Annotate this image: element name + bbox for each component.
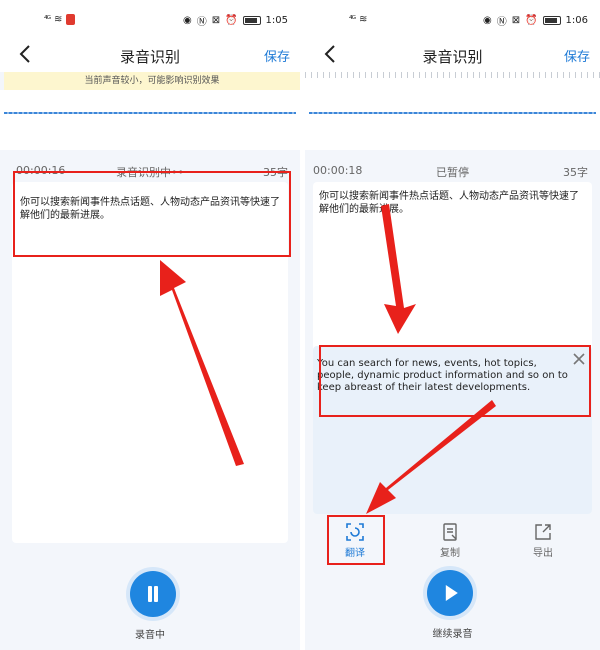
wifi-icon: ≋ <box>359 14 368 25</box>
page-title: 录音识别 <box>119 48 180 66</box>
waveform <box>0 90 300 150</box>
pause-icon <box>145 586 161 602</box>
clock: 1:06 <box>565 15 588 26</box>
nfc-icon: Ⓝ <box>496 17 507 28</box>
save-button[interactable]: 保存 <box>564 46 590 65</box>
alarm-icon: ⏰ <box>525 15 538 26</box>
record-status-label: 录音中 <box>135 630 165 641</box>
nav-bar: 录音识别 保存 <box>305 36 600 72</box>
clock: 1:05 <box>265 15 288 26</box>
volume-warning: 当前声音较小，可能影响识别效果 <box>4 72 300 90</box>
continue-recording-label: 继续录音 <box>432 629 473 640</box>
battery-icon <box>542 16 561 25</box>
battery-icon <box>242 16 261 25</box>
translate-highlight-box <box>327 515 385 565</box>
char-count: 35字 <box>563 166 588 179</box>
mute-icon: ⊠ <box>511 15 521 26</box>
waveform-line <box>4 112 296 114</box>
pause-button[interactable] <box>130 571 176 617</box>
export-label: 导出 <box>533 548 553 559</box>
waveform-line <box>309 112 596 114</box>
nav-bar: 录音识别 保存 <box>0 36 300 72</box>
transcript-text: 你可以搜索新闻事件热点话题、人物动态产品资讯等快速了解他们的最新进展。 <box>319 191 579 215</box>
timeline-ticks <box>305 72 600 78</box>
eye-icon: ◉ <box>182 15 192 26</box>
alarm-icon: ⏰ <box>225 15 238 26</box>
status-bar: ⁴ᴳ ≋ ◉ Ⓝ ⊠ ⏰ 1:05 <box>0 0 300 36</box>
waveform <box>305 72 600 150</box>
page-title: 录音识别 <box>422 48 483 66</box>
network-label: ⁴ᴳ <box>44 14 51 25</box>
left-screen: ⁴ᴳ ≋ ◉ Ⓝ ⊠ ⏰ 1:05 录音识别 保存 当前声音较小，可能影响识别效… <box>0 0 300 650</box>
copy-button[interactable]: 复制 <box>422 520 478 566</box>
recording-state: 已暂停 <box>436 166 469 179</box>
play-icon <box>445 585 458 601</box>
eye-icon: ◉ <box>482 15 492 26</box>
network-label: ⁴ᴳ <box>349 14 356 25</box>
highlight-box <box>13 171 291 257</box>
export-icon <box>535 524 551 540</box>
save-button[interactable]: 保存 <box>264 46 290 65</box>
status-bar: ⁴ᴳ ≋ ◉ Ⓝ ⊠ ⏰ 1:06 <box>305 0 600 36</box>
nfc-icon: Ⓝ <box>196 17 207 28</box>
export-button[interactable]: 导出 <box>515 520 571 566</box>
play-button[interactable] <box>427 570 473 616</box>
notification-icon <box>66 14 76 25</box>
copy-icon <box>443 523 457 541</box>
mute-icon: ⊠ <box>211 15 221 26</box>
wifi-icon: ≋ <box>54 14 63 25</box>
translation-highlight-box <box>319 345 591 417</box>
copy-label: 复制 <box>440 548 460 559</box>
info-row: 00:00:18 已暂停 35字 <box>305 160 600 180</box>
right-screen: ⁴ᴳ ≋ ◉ Ⓝ ⊠ ⏰ 1:06 录音识别 保存 00:00:18 已暂停 3… <box>305 0 600 650</box>
